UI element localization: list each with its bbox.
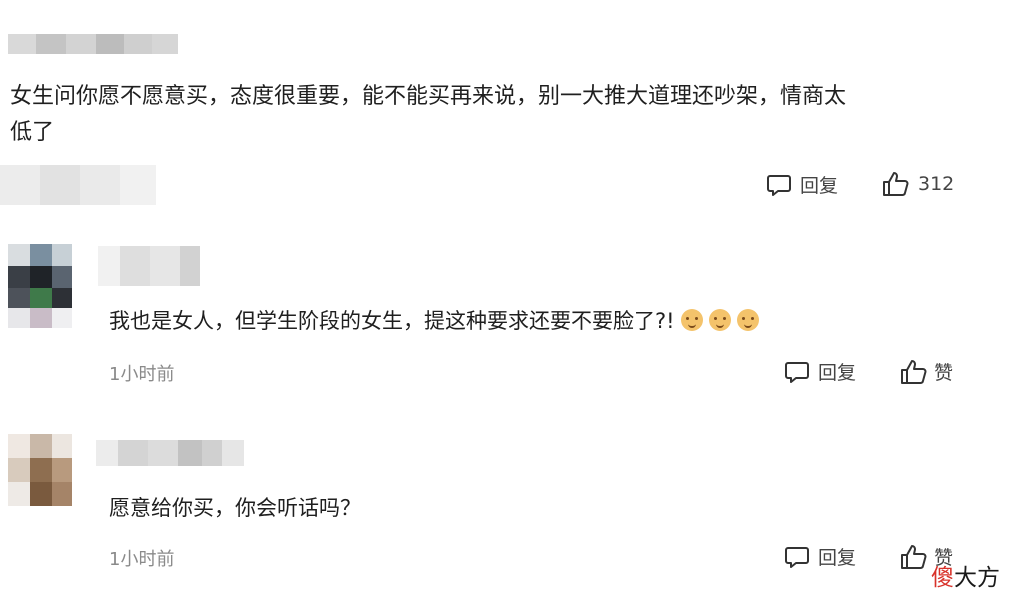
blurred-region	[0, 165, 156, 205]
like-button[interactable]: 赞	[900, 358, 953, 385]
thumbs-up-icon	[882, 171, 910, 197]
reply-button[interactable]: 回复	[784, 543, 856, 570]
reply-text: 愿意给你买，你会听话吗？	[109, 496, 361, 520]
reply-text-content: 我也是女人，但学生阶段的女生，提这种要求还要不要脸了?!	[109, 309, 675, 333]
comment-icon	[784, 360, 810, 384]
like-count: 312	[918, 173, 955, 195]
smiling-cat-emoji-icon	[736, 309, 759, 331]
watermark-part2: 大方	[954, 565, 1000, 591]
reply-label: 回复	[818, 362, 857, 384]
username-blurred	[98, 246, 200, 286]
like-button[interactable]: 312	[882, 171, 954, 197]
thumbs-up-icon	[900, 359, 928, 385]
watermark-part1: 傻	[931, 565, 954, 591]
reply-text: 我也是女人，但学生阶段的女生，提这种要求还要不要脸了?!	[109, 305, 759, 335]
reply-button[interactable]: 回复	[766, 171, 838, 198]
comment-icon	[784, 545, 810, 569]
comment-icon	[766, 173, 792, 197]
reply-label: 回复	[818, 547, 857, 569]
watermark: 傻大方	[931, 558, 1000, 592]
smiling-cat-emoji-icon	[680, 309, 703, 331]
username-blurred	[8, 34, 178, 54]
username-blurred	[96, 440, 244, 466]
avatar[interactable]	[8, 434, 72, 506]
comment-text-line2: 低了	[10, 120, 55, 145]
timestamp: 1小时前	[109, 364, 175, 385]
comment-text: 女生问你愿不愿意买，态度很重要，能不能买再来说，别一大推大道理还吵架，情商太	[10, 84, 847, 109]
reply-button[interactable]: 回复	[784, 358, 856, 385]
like-label: 赞	[934, 362, 954, 384]
thumbs-up-icon	[900, 544, 928, 570]
avatar[interactable]	[8, 244, 72, 328]
smiling-cat-emoji-icon	[708, 309, 731, 331]
timestamp: 1小时前	[109, 549, 175, 570]
reply-label: 回复	[800, 175, 839, 197]
